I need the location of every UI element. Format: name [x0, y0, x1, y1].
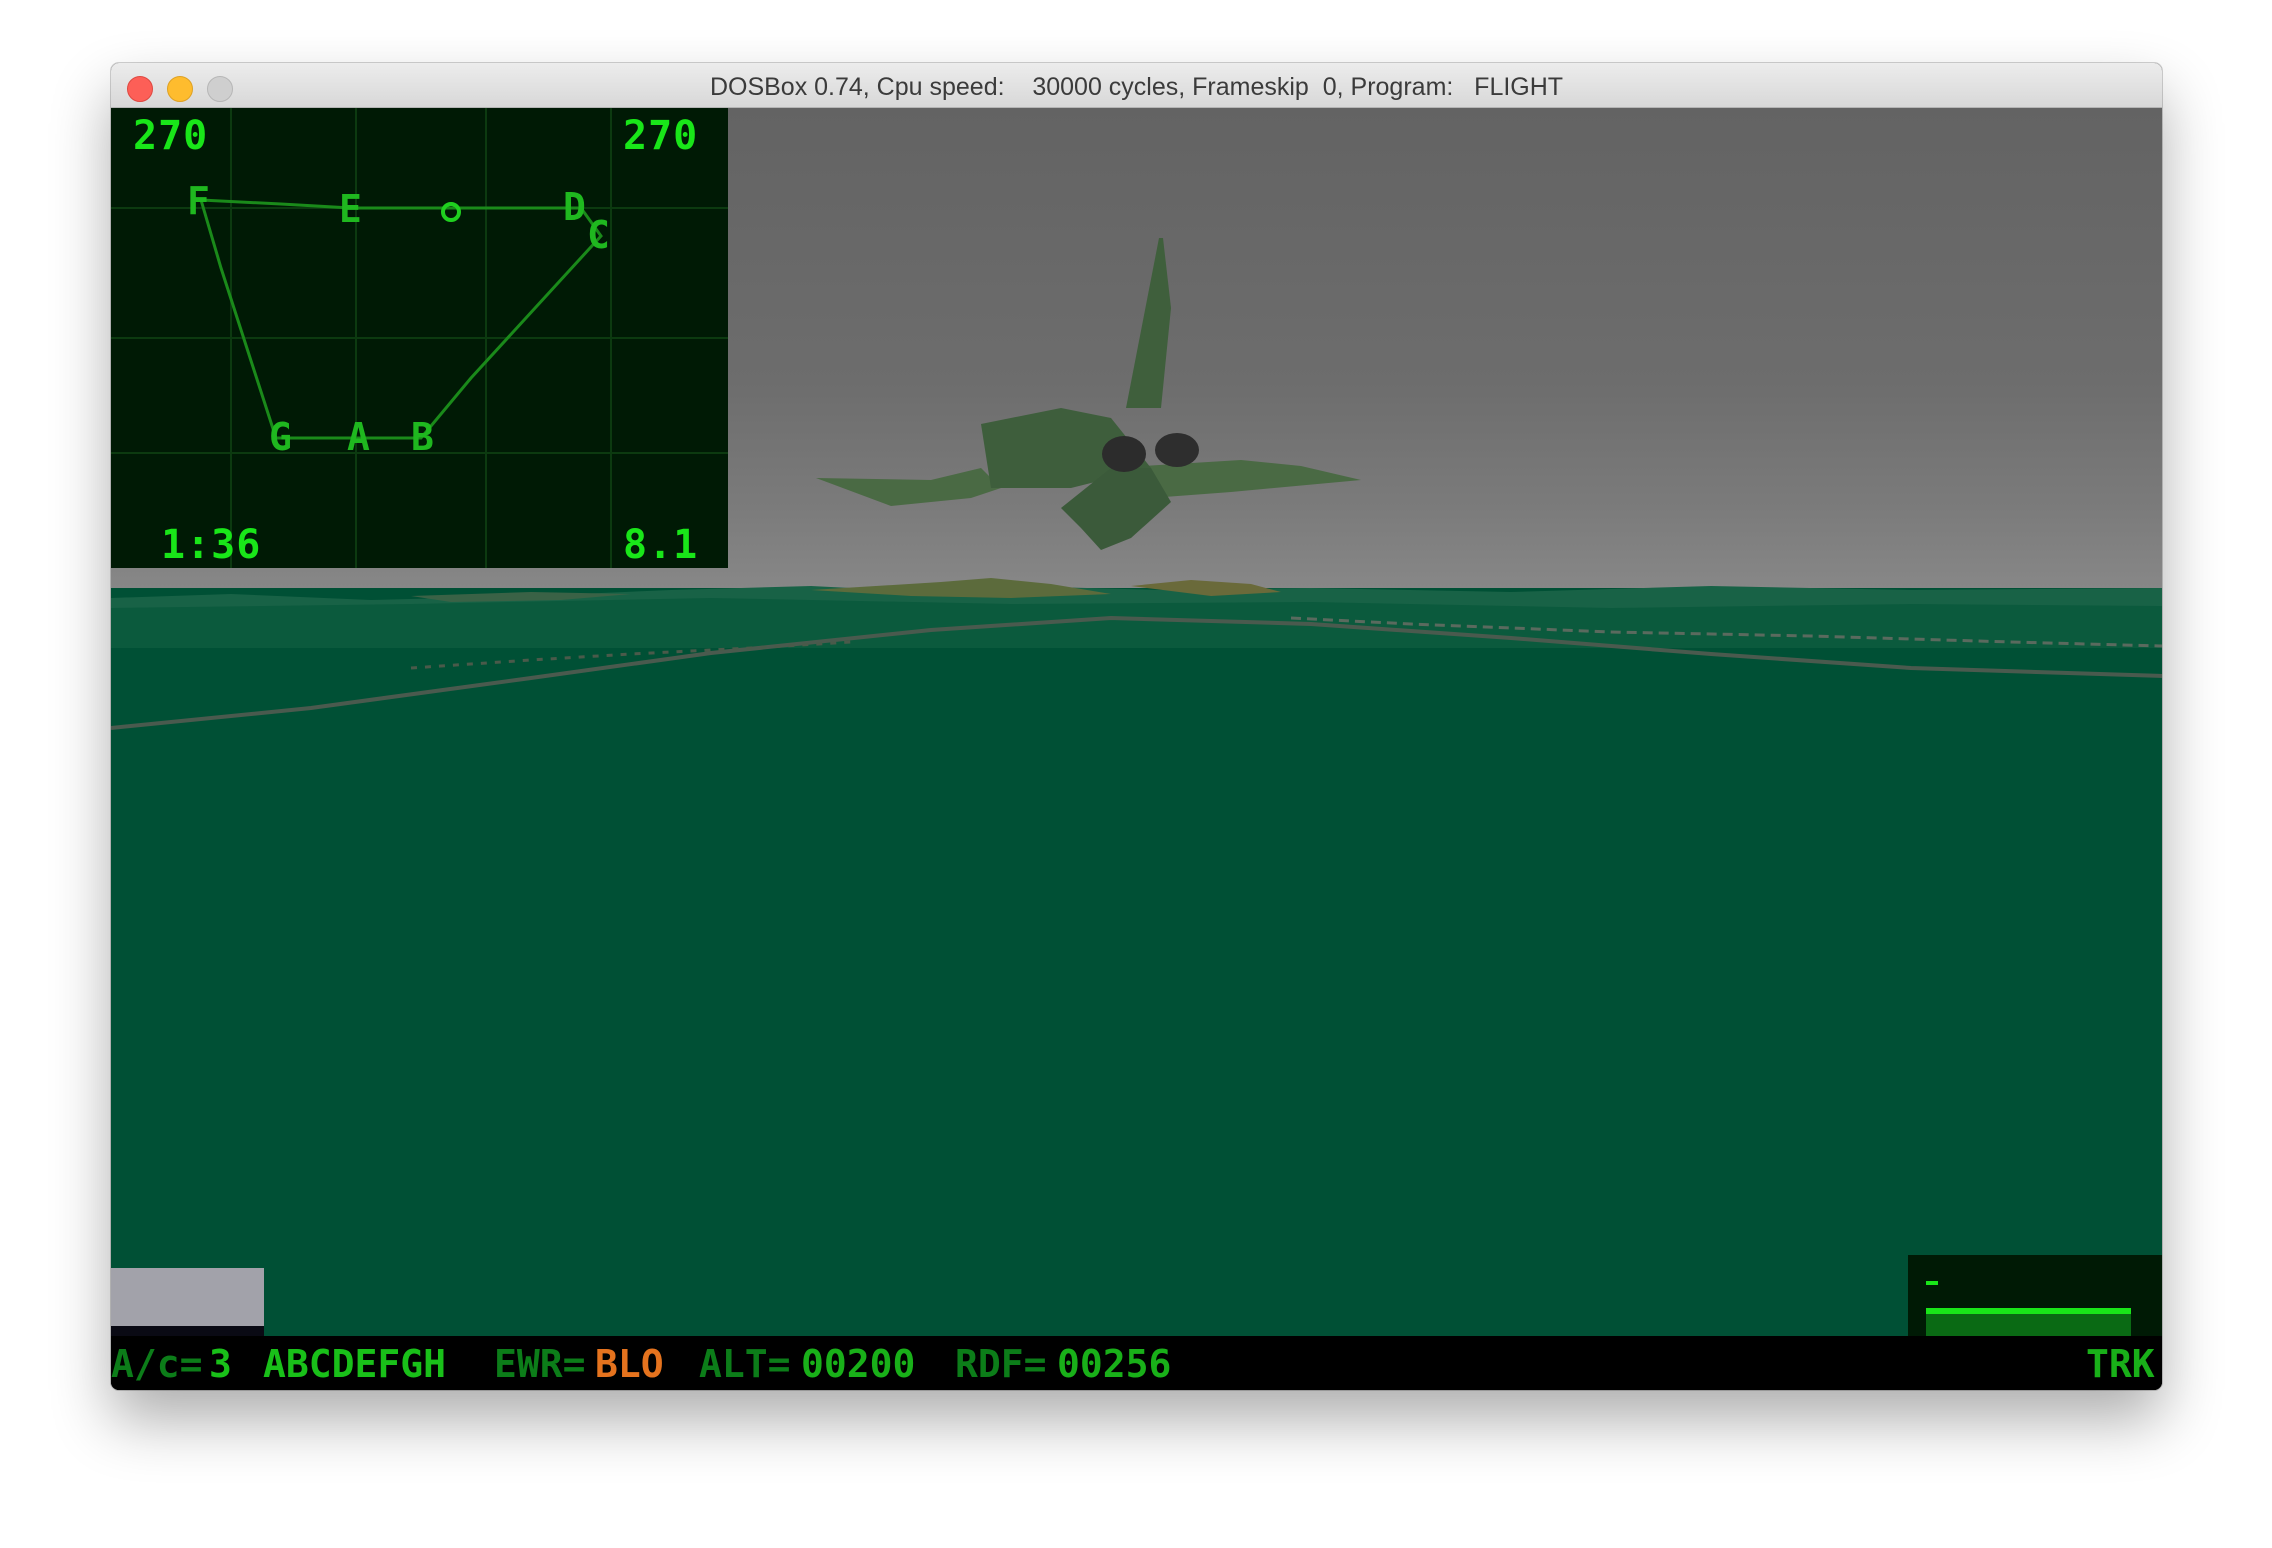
status-bar: A/c= 3 ABCDEFGH EWR= BLO ALT= 00200 RDF=… [111, 1336, 2162, 1390]
waypoint-d: D [563, 185, 586, 229]
waypoint-c: C [587, 213, 610, 257]
waypoint-b: B [411, 415, 434, 459]
alt-value: 00200 [801, 1342, 916, 1386]
tactical-map [111, 108, 728, 568]
rdf-label: RDF= [955, 1342, 1047, 1386]
map-value: 8.1 [623, 522, 699, 568]
title-bar[interactable]: DOSBox 0.74, Cpu speed: 30000 cycles, Fr… [111, 63, 2162, 108]
ground [111, 588, 2162, 1338]
dosbox-window: DOSBox 0.74, Cpu speed: 30000 cycles, Fr… [111, 63, 2162, 1390]
bottom-left-indicator [111, 1268, 264, 1338]
aircraft-label: A/c= [111, 1342, 203, 1386]
game-screen[interactable]: 270 270 1:36 8.1 F E D C G A B A/c= 3 AB… [111, 108, 2162, 1390]
mode-indicator: TRK [2086, 1342, 2155, 1386]
waypoint-f: F [187, 179, 210, 223]
aircraft-count: 3 [209, 1342, 232, 1386]
ewr-label: EWR= [494, 1342, 586, 1386]
map-heading-right: 270 [623, 113, 699, 159]
throttle-gauge [1908, 1255, 2162, 1338]
rdf-value: 00256 [1057, 1342, 1172, 1386]
waypoint-g: G [269, 415, 292, 459]
map-time: 1:36 [161, 522, 262, 568]
alt-label: ALT= [699, 1342, 791, 1386]
flight-view [111, 108, 2162, 1338]
waypoint-e: E [339, 187, 362, 231]
window-title: DOSBox 0.74, Cpu speed: 30000 cycles, Fr… [709, 73, 1564, 101]
map-heading-left: 270 [133, 113, 209, 159]
weapons-list: ABCDEFGH [263, 1342, 447, 1386]
ewr-value: BLO [595, 1342, 664, 1386]
waypoint-a: A [347, 415, 370, 459]
